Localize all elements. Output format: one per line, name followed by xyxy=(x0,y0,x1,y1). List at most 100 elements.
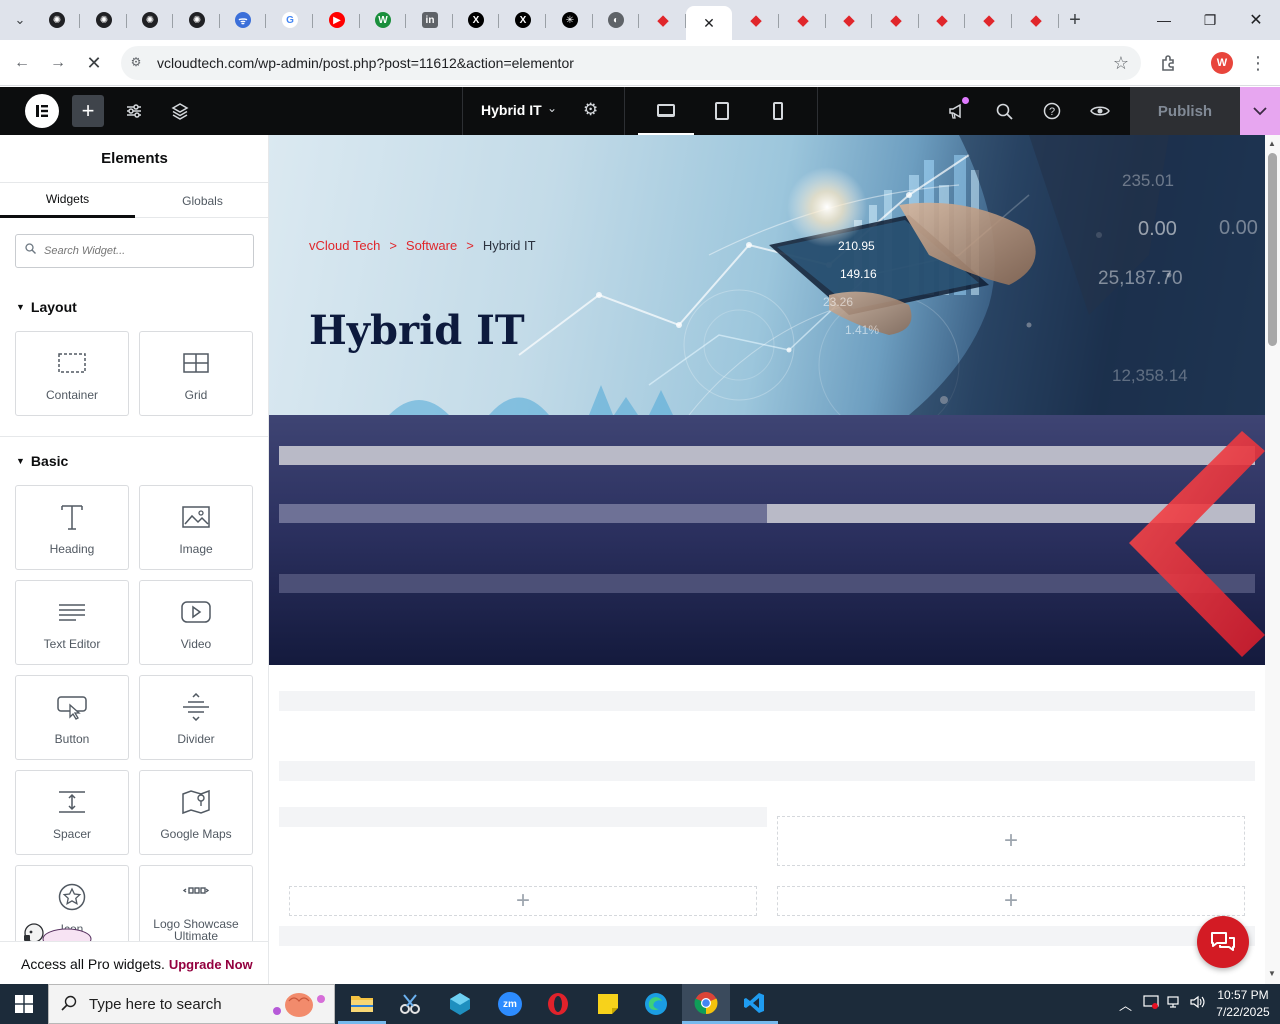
windows-start-icon[interactable] xyxy=(0,984,48,1024)
elementor-logo-icon[interactable] xyxy=(25,94,59,128)
snipping-tool-icon[interactable] xyxy=(386,984,434,1024)
browser-menu-icon[interactable]: ⋮ xyxy=(1246,51,1270,75)
browser-tab[interactable]: ✺ xyxy=(81,6,127,34)
browser-tab[interactable]: ◐ xyxy=(593,6,639,34)
browser-tab[interactable]: ✺ xyxy=(34,6,80,34)
widget-grid[interactable]: Grid xyxy=(139,331,253,416)
browser-tab[interactable]: ◆ xyxy=(966,6,1012,34)
widget-container[interactable]: Container xyxy=(15,331,129,416)
add-widget-dropzone[interactable]: + xyxy=(777,816,1245,866)
upgrade-now-link[interactable]: Upgrade Now xyxy=(169,957,253,972)
volume-tray-icon[interactable] xyxy=(1190,995,1206,1012)
canvas-scrollbar[interactable]: ▲ ▼ xyxy=(1265,135,1280,984)
bookmark-star-icon[interactable]: ☆ xyxy=(1113,53,1129,74)
stop-loading-icon[interactable]: ✕ xyxy=(82,51,106,75)
category-layout-title[interactable]: ▼ Layout xyxy=(16,299,77,315)
add-widget-dropzone[interactable]: + xyxy=(289,886,757,916)
file-explorer-icon[interactable] xyxy=(338,984,386,1024)
tab-globals[interactable]: Globals xyxy=(135,183,268,218)
tray-overflow-chevron-icon[interactable]: ︿ xyxy=(1119,995,1132,1014)
browser-tab[interactable]: ◆ xyxy=(826,6,872,34)
breadcrumb-link-software[interactable]: Software xyxy=(406,238,457,253)
preview-eye-icon[interactable] xyxy=(1087,98,1113,124)
close-window-icon[interactable]: ✕ xyxy=(1233,0,1279,40)
widget-search[interactable] xyxy=(15,234,254,268)
browser-tab[interactable]: ▶ xyxy=(314,6,360,34)
browser-tab[interactable]: ᯤ xyxy=(220,6,266,34)
breadcrumb-link-home[interactable]: vCloud Tech xyxy=(309,238,380,253)
browser-tab[interactable]: ✺ xyxy=(174,6,220,34)
category-basic-title[interactable]: ▼ Basic xyxy=(16,453,68,469)
app-diamond-icon[interactable] xyxy=(436,984,484,1024)
dark-content-section[interactable] xyxy=(269,415,1265,665)
active-browser-tab[interactable]: ✕ xyxy=(686,6,732,40)
browser-tab[interactable]: X xyxy=(500,6,546,34)
edge-icon[interactable] xyxy=(632,984,680,1024)
add-plus-icon[interactable]: + xyxy=(1004,827,1018,855)
add-element-button[interactable]: + xyxy=(72,95,104,127)
browser-tab[interactable]: G xyxy=(267,6,313,34)
page-settings-switcher[interactable]: Hybrid IT ⌄ ⚙ xyxy=(462,87,624,135)
widget-google-maps[interactable]: Google Maps xyxy=(139,770,253,855)
browser-tab[interactable]: ◆ xyxy=(733,6,779,34)
widget-image[interactable]: Image xyxy=(139,485,253,570)
chevron-down-icon[interactable]: ⌄ xyxy=(547,101,557,115)
add-plus-icon[interactable]: + xyxy=(1004,887,1018,915)
structure-layers-icon[interactable] xyxy=(164,95,196,127)
add-widget-dropzone[interactable]: + xyxy=(777,886,1245,916)
omnibox[interactable]: ⚙ vcloudtech.com/wp-admin/post.php?post=… xyxy=(121,46,1141,80)
scroll-up-icon[interactable]: ▲ xyxy=(1268,139,1276,148)
browser-tab[interactable]: ◆ xyxy=(640,6,686,34)
widget-spacer[interactable]: Spacer xyxy=(15,770,129,855)
security-tray-icon[interactable] xyxy=(1143,995,1159,1012)
browser-tab[interactable]: ◆ xyxy=(919,6,965,34)
tab-search-chevron-icon[interactable]: ⌄ xyxy=(8,8,32,32)
scroll-down-icon[interactable]: ▼ xyxy=(1268,969,1276,978)
widget-button[interactable]: Button xyxy=(15,675,129,760)
widget-heading[interactable]: Heading xyxy=(15,485,129,570)
taskbar-clock[interactable]: 10:57 PM 7/22/2025 xyxy=(1212,987,1274,1021)
desktop-view-icon[interactable] xyxy=(638,87,694,135)
forward-icon[interactable]: → xyxy=(46,51,70,75)
page-title[interactable]: Hybrid IT xyxy=(309,307,525,354)
page-settings-gear-icon[interactable]: ⚙ xyxy=(583,100,598,120)
zoom-icon[interactable]: zm xyxy=(486,984,534,1024)
chat-bubble-icon[interactable] xyxy=(1197,916,1249,968)
tablet-view-icon[interactable] xyxy=(694,87,750,135)
hero-section[interactable]: vCloud Tech > Software > Hybrid IT Hybrid IT… xyxy=(269,135,1265,415)
opera-icon[interactable] xyxy=(534,984,582,1024)
add-plus-icon[interactable]: + xyxy=(516,887,530,915)
sticky-notes-icon[interactable] xyxy=(584,984,632,1024)
tab-widgets[interactable]: Widgets xyxy=(0,183,135,218)
site-info-icon[interactable]: ⚙ xyxy=(128,55,144,71)
taskbar-search[interactable]: Type here to search xyxy=(48,984,335,1024)
browser-tab[interactable]: ◆ xyxy=(1013,6,1059,34)
browser-tab[interactable]: X xyxy=(453,6,499,34)
widget-video[interactable]: Video xyxy=(139,580,253,665)
browser-tab[interactable]: ◆ xyxy=(873,6,919,34)
publish-button[interactable]: Publish xyxy=(1130,87,1240,135)
finder-search-icon[interactable] xyxy=(991,98,1017,124)
scroll-thumb[interactable] xyxy=(1268,153,1277,346)
vscode-icon[interactable] xyxy=(730,984,778,1024)
browser-tab[interactable]: ✺ xyxy=(127,6,173,34)
publish-options-chevron-icon[interactable] xyxy=(1240,87,1280,135)
browser-tab[interactable]: in xyxy=(407,6,453,34)
close-tab-icon[interactable]: ✕ xyxy=(703,15,715,32)
browser-tab[interactable]: W xyxy=(360,6,406,34)
browser-tab[interactable]: ◆ xyxy=(780,6,826,34)
mobile-view-icon[interactable] xyxy=(750,87,806,135)
widget-logo-showcase[interactable]: Logo Showcase Ultimate xyxy=(139,865,253,950)
widget-text-editor[interactable]: Text Editor xyxy=(15,580,129,665)
chrome-icon[interactable] xyxy=(682,984,730,1024)
widget-divider[interactable]: Divider xyxy=(139,675,253,760)
network-tray-icon[interactable] xyxy=(1167,995,1183,1012)
new-tab-button[interactable]: + xyxy=(1063,8,1087,32)
url-text[interactable]: vcloudtech.com/wp-admin/post.php?post=11… xyxy=(157,55,574,71)
back-icon[interactable]: ← xyxy=(10,51,34,75)
page-name[interactable]: Hybrid IT xyxy=(481,102,542,118)
restore-icon[interactable]: ❐ xyxy=(1187,0,1233,40)
taskbar-search-placeholder[interactable]: Type here to search xyxy=(89,996,222,1013)
help-icon[interactable]: ? xyxy=(1039,98,1065,124)
profile-avatar[interactable]: W xyxy=(1211,52,1233,74)
